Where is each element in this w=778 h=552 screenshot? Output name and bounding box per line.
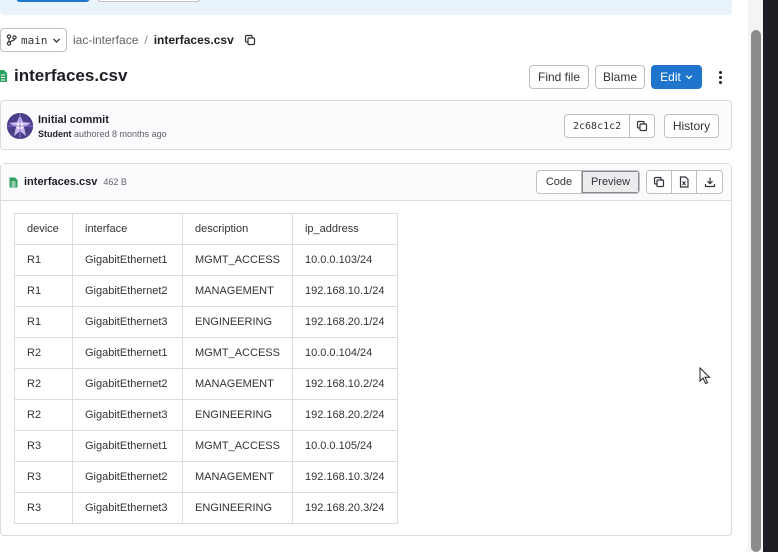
- commit-author[interactable]: Student: [38, 129, 72, 139]
- table-cell: MGMT_ACCESS: [182, 244, 293, 276]
- table-cell: MGMT_ACCESS: [182, 430, 293, 462]
- table-row: R2 GigabitEthernet2 MANAGEMENT 192.168.1…: [14, 368, 398, 400]
- table-cell: 192.168.20.2/24: [291, 399, 398, 431]
- commit-sha-group: 2c68c1c2: [564, 114, 656, 138]
- breadcrumb-separator: /: [144, 33, 148, 47]
- table-row: R1 GigabitEthernet2 MANAGEMENT 192.168.1…: [14, 275, 398, 307]
- table-row: R3 GigabitEthernet3 ENGINEERING 192.168.…: [14, 492, 398, 524]
- file-viewer: interfaces.csv 462 B Code Preview device…: [0, 163, 732, 536]
- table-header-row: device interface description ip_address: [14, 213, 398, 245]
- table-row: R1 GigabitEthernet1 MGMT_ACCESS 10.0.0.1…: [14, 244, 398, 276]
- branch-name: main: [21, 33, 48, 47]
- breadcrumb: iac-interface / interfaces.csv: [73, 33, 256, 47]
- viewer-file-size: 462 B: [103, 177, 127, 187]
- table-cell: GigabitEthernet1: [72, 430, 183, 462]
- commit-time: authored 8 months ago: [74, 129, 167, 139]
- table-cell: MGMT_ACCESS: [182, 337, 293, 369]
- edit-button-label: Edit: [660, 70, 681, 84]
- table-cell: 192.168.20.1/24: [291, 306, 398, 338]
- table-cell: MANAGEMENT: [182, 368, 293, 400]
- viewer-file-name: interfaces.csv: [24, 176, 98, 188]
- table-cell: R3: [14, 461, 73, 493]
- table-cell: GigabitEthernet3: [72, 306, 183, 338]
- info-banner: [0, 0, 732, 15]
- chevron-down-icon: [52, 38, 60, 43]
- table-cell: ENGINEERING: [182, 492, 293, 524]
- last-commit-panel: Initial commit Student authored 8 months…: [0, 100, 732, 150]
- breadcrumb-project-link[interactable]: iac-interface: [73, 33, 138, 47]
- commit-sha[interactable]: 2c68c1c2: [565, 115, 631, 137]
- edit-dropdown-button[interactable]: Edit: [651, 65, 702, 89]
- table-row: R2 GigabitEthernet1 MGMT_ACCESS 10.0.0.1…: [14, 337, 398, 369]
- page-title: interfaces.csv: [14, 66, 128, 85]
- table-cell: R3: [14, 430, 73, 462]
- csv-file-icon: [0, 70, 7, 82]
- breadcrumb-file[interactable]: interfaces.csv: [154, 33, 234, 47]
- table-cell: GigabitEthernet3: [72, 399, 183, 431]
- file-title-row: interfaces.csv: [0, 66, 127, 86]
- banner-secondary-button[interactable]: [97, 0, 201, 2]
- table-cell: 192.168.10.2/24: [291, 368, 398, 400]
- commit-title[interactable]: Initial commit: [38, 114, 109, 126]
- mouse-pointer-icon: [699, 367, 711, 385]
- branch-icon: [6, 34, 17, 46]
- file-viewer-header: interfaces.csv 462 B Code Preview: [1, 164, 731, 201]
- tab-code[interactable]: Code: [537, 171, 582, 193]
- blame-button[interactable]: Blame: [595, 65, 645, 89]
- column-header: interface: [72, 213, 183, 245]
- chevron-down-icon: [685, 75, 693, 80]
- tab-preview[interactable]: Preview: [582, 171, 639, 193]
- view-mode-toggle: Code Preview: [536, 170, 640, 194]
- table-row: R1 GigabitEthernet3 ENGINEERING 192.168.…: [14, 306, 398, 338]
- copy-path-icon[interactable]: [244, 34, 256, 46]
- history-button[interactable]: History: [664, 114, 719, 138]
- table-cell: GigabitEthernet1: [72, 244, 183, 276]
- table-cell: R2: [14, 337, 73, 369]
- column-header: description: [182, 213, 293, 245]
- table-cell: GigabitEthernet2: [72, 461, 183, 493]
- viewer-file-info: interfaces.csv 462 B: [9, 176, 127, 188]
- file-actions-group: [646, 170, 723, 194]
- csv-preview-table: device interface description ip_address …: [14, 213, 398, 524]
- table-row: R2 GigabitEthernet3 ENGINEERING 192.168.…: [14, 399, 398, 431]
- copy-contents-icon[interactable]: [647, 171, 672, 193]
- column-header: ip_address: [291, 213, 398, 245]
- table-cell: R2: [14, 368, 73, 400]
- table-cell: MANAGEMENT: [182, 275, 293, 307]
- table-cell: R1: [14, 275, 73, 307]
- copy-sha-icon[interactable]: [630, 115, 654, 137]
- window-edge: [763, 0, 778, 552]
- table-cell: GigabitEthernet1: [72, 337, 183, 369]
- table-cell: R1: [14, 244, 73, 276]
- banner-primary-button[interactable]: [16, 0, 90, 2]
- csv-file-icon: [9, 177, 18, 187]
- download-icon[interactable]: [697, 171, 722, 193]
- table-row: R3 GigabitEthernet2 MANAGEMENT 192.168.1…: [14, 461, 398, 493]
- table-cell: ENGINEERING: [182, 399, 293, 431]
- scrollbar-thumb[interactable]: [751, 30, 761, 552]
- commit-meta: Student authored 8 months ago: [38, 129, 167, 139]
- table-cell: R2: [14, 399, 73, 431]
- table-cell: 192.168.10.3/24: [291, 461, 398, 493]
- table-row: R3 GigabitEthernet1 MGMT_ACCESS 10.0.0.1…: [14, 430, 398, 462]
- table-cell: ENGINEERING: [182, 306, 293, 338]
- table-cell: 192.168.10.1/24: [291, 275, 398, 307]
- table-cell: 10.0.0.103/24: [291, 244, 398, 276]
- raw-file-icon[interactable]: [672, 171, 697, 193]
- user-avatar[interactable]: [7, 113, 33, 139]
- find-file-button[interactable]: Find file: [529, 65, 589, 89]
- table-cell: GigabitEthernet3: [72, 492, 183, 524]
- table-cell: GigabitEthernet2: [72, 368, 183, 400]
- branch-selector[interactable]: main: [0, 28, 67, 52]
- table-cell: R1: [14, 306, 73, 338]
- column-header: device: [14, 213, 73, 245]
- table-cell: GigabitEthernet2: [72, 275, 183, 307]
- table-cell: 10.0.0.105/24: [291, 430, 398, 462]
- more-actions-icon[interactable]: [714, 68, 726, 86]
- table-cell: R3: [14, 492, 73, 524]
- table-cell: 192.168.20.3/24: [291, 492, 398, 524]
- table-cell: 10.0.0.104/24: [291, 337, 398, 369]
- table-cell: MANAGEMENT: [182, 461, 293, 493]
